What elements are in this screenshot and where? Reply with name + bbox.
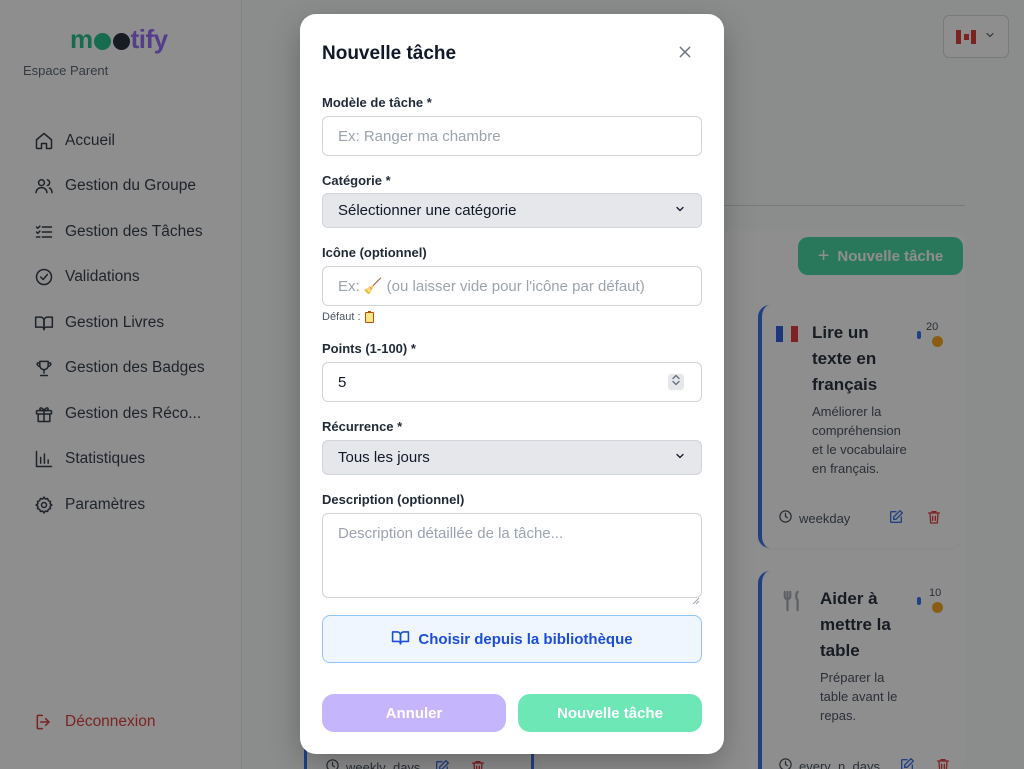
choose-from-library-button[interactable]: Choisir depuis la bibliothèque <box>322 615 702 663</box>
recurrence-select[interactable]: Tous les jours <box>322 440 702 475</box>
library-button-label: Choisir depuis la bibliothèque <box>418 630 633 648</box>
recurrence-label: Récurrence * <box>322 419 403 434</box>
book-open-icon <box>391 628 410 651</box>
template-input[interactable] <box>322 116 702 156</box>
category-select-value: Sélectionner une catégorie <box>338 202 517 219</box>
stepper-arrows-icon <box>671 373 681 391</box>
cancel-button[interactable]: Annuler <box>322 694 506 732</box>
dialog-title: Nouvelle tâche <box>322 43 457 64</box>
default-icon-hint: Défaut : <box>322 310 374 323</box>
resize-handle-icon[interactable] <box>692 592 700 605</box>
chevron-down-icon <box>674 202 686 219</box>
points-stepper[interactable] <box>668 374 684 390</box>
new-task-dialog: Nouvelle tâche Modèle de tâche * Catégor… <box>300 14 724 754</box>
icon-input[interactable] <box>322 266 702 306</box>
chevron-down-icon <box>674 449 686 466</box>
category-label: Catégorie * <box>322 173 391 188</box>
template-label: Modèle de tâche * <box>322 95 432 110</box>
points-input[interactable] <box>322 362 702 402</box>
icon-label: Icône (optionnel) <box>322 245 427 260</box>
points-label: Points (1-100) * <box>322 341 416 356</box>
clipboard-icon <box>364 310 374 323</box>
close-button[interactable] <box>674 43 696 65</box>
recurrence-select-value: Tous les jours <box>338 449 430 466</box>
description-label: Description (optionnel) <box>322 492 465 507</box>
create-task-button[interactable]: Nouvelle tâche <box>518 694 702 732</box>
default-icon-label: Défaut : <box>322 311 361 323</box>
close-icon <box>677 44 693 65</box>
description-textarea[interactable] <box>322 513 702 598</box>
category-select[interactable]: Sélectionner une catégorie <box>322 193 702 228</box>
